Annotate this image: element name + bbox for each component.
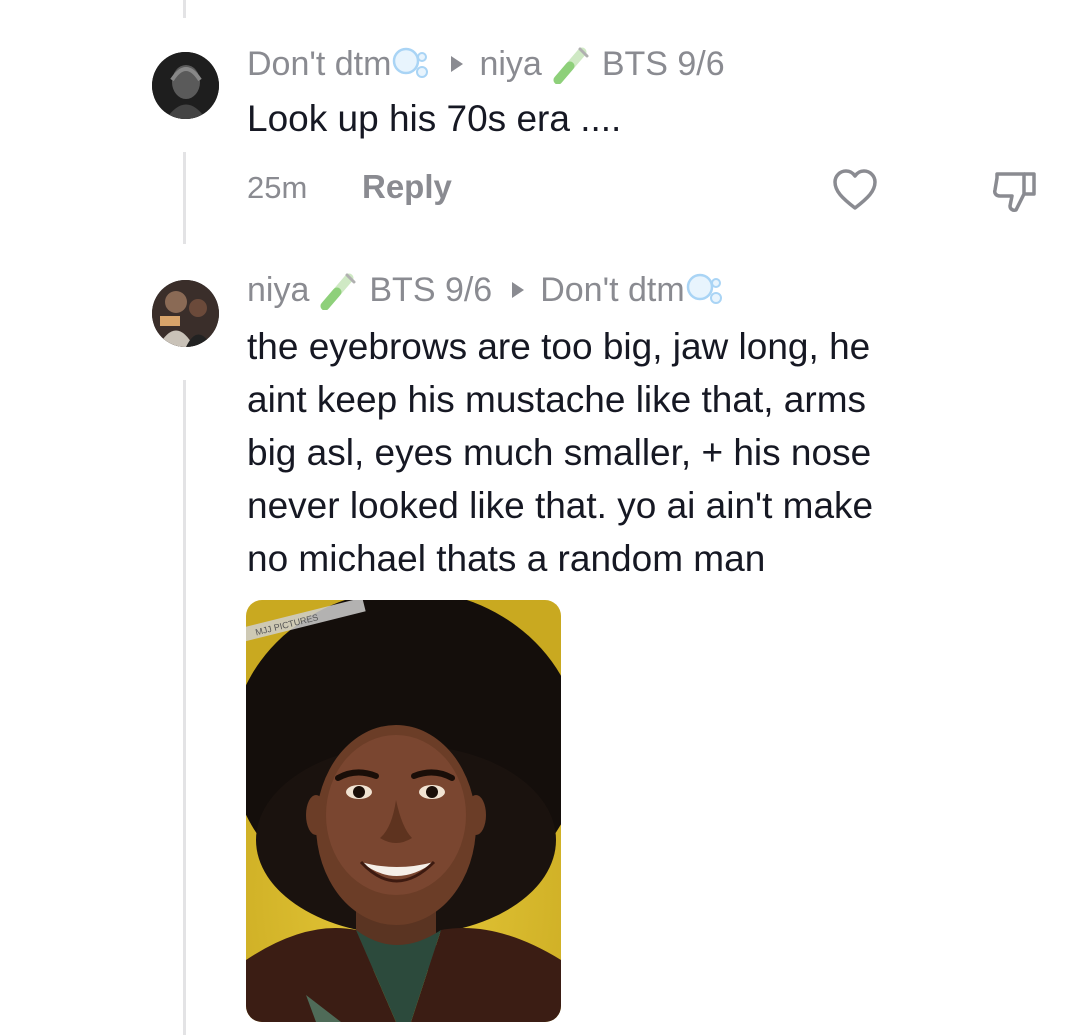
comment-image[interactable]: MJJ PICTURES <box>246 600 561 1022</box>
avatar[interactable] <box>152 280 219 347</box>
reply-to-name[interactable]: Don't dtm <box>540 271 684 310</box>
thread-line-2 <box>183 380 186 1035</box>
reply-to-name[interactable]: niya <box>479 45 541 84</box>
test-tube-icon <box>553 47 589 84</box>
reply-to-tag[interactable]: BTS 9/6 <box>602 45 725 84</box>
play-arrow-icon <box>512 282 525 298</box>
bubble-icon <box>686 273 722 304</box>
comment-line: aint keep his mustache like that, arms <box>247 379 867 420</box>
heart-icon[interactable] <box>832 168 878 212</box>
bubble-icon <box>393 47 429 78</box>
avatar[interactable] <box>152 52 219 119</box>
test-tube-icon <box>320 273 356 310</box>
comment-line: no michael thats a random man <box>247 538 766 579</box>
dislike-icon[interactable] <box>990 168 1040 214</box>
comment-line: big asl, eyes much smaller, + his nose <box>247 432 872 473</box>
play-arrow-icon <box>451 56 464 72</box>
comment-line: never looked like that. yo ai ain't make <box>247 485 874 526</box>
comment-meta: niya BTS 9/6 Don't dtm <box>247 268 725 312</box>
thread-line-top <box>183 0 186 18</box>
thread-line-1 <box>183 152 186 244</box>
author-name[interactable]: niya <box>247 271 309 310</box>
comment-time: 25m <box>247 170 308 205</box>
comment-meta: Don't dtm niya BTS 9/6 <box>247 42 725 86</box>
reply-button[interactable]: Reply <box>362 168 452 206</box>
comment-line: the eyebrows are too big, jaw long, he <box>247 326 871 367</box>
comment-text: Look up his 70s era .... <box>247 98 622 139</box>
author-name[interactable]: Don't dtm <box>247 45 391 84</box>
comment-text: the eyebrows are too big, jaw long, he a… <box>247 320 1047 585</box>
author-tag[interactable]: BTS 9/6 <box>369 271 492 310</box>
